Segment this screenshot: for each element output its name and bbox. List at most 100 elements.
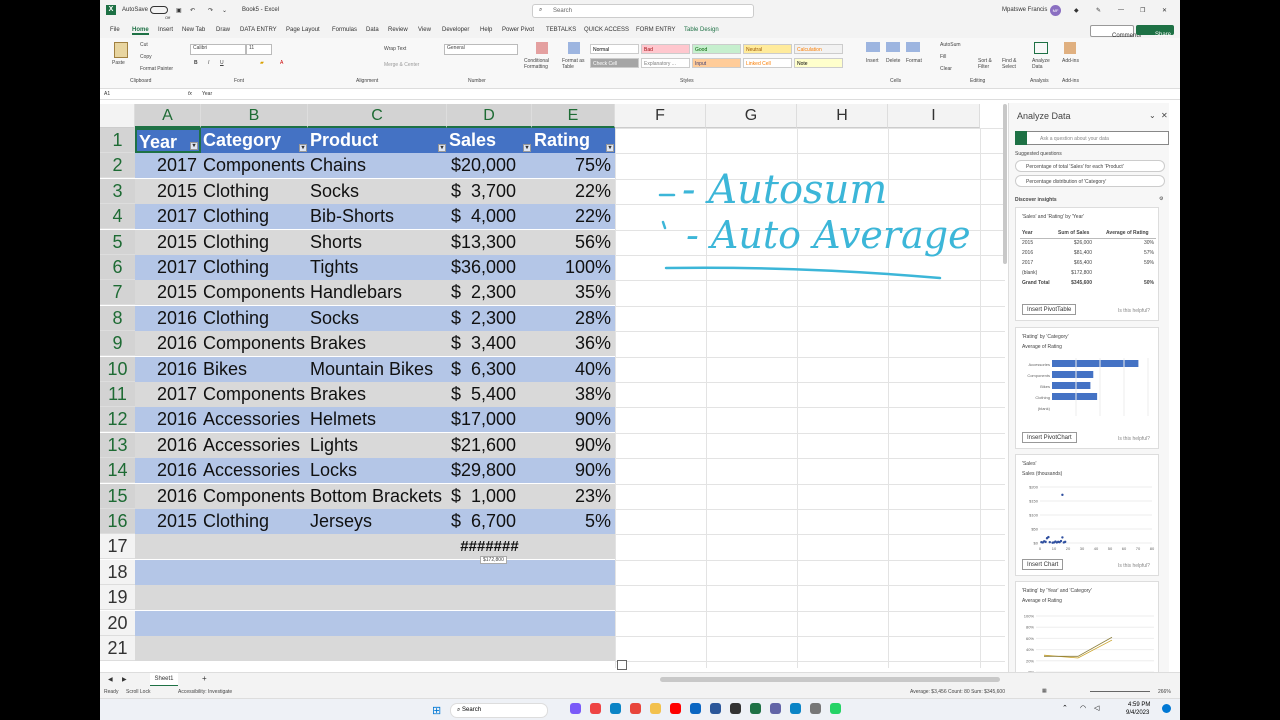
row-header[interactable]: 7 — [100, 280, 135, 306]
tab-new-tab[interactable]: New Tab — [182, 27, 205, 33]
avatar[interactable]: MF — [1050, 5, 1061, 16]
table-cell[interactable]: Brakes — [308, 382, 447, 407]
table-cell[interactable]: 23% — [532, 483, 615, 509]
tab-file[interactable]: File — [110, 27, 120, 33]
restore-icon[interactable]: ❐ — [1140, 7, 1145, 14]
filter-dropdown-icon[interactable]: ▾ — [438, 144, 446, 152]
table-header-year[interactable]: Year ▾ — [135, 128, 201, 153]
pane-scrollbar[interactable] — [1003, 104, 1007, 264]
pen-icon[interactable]: ✎ — [1096, 7, 1101, 14]
row-header[interactable]: 9 — [100, 331, 135, 357]
diamond-icon[interactable]: ◆ — [1074, 7, 1079, 14]
table-cell[interactable]: $ 2,300 — [447, 305, 532, 331]
style-bad[interactable]: Bad — [641, 44, 690, 54]
column-header-b[interactable]: B — [201, 104, 308, 128]
style-neutral[interactable]: Neutral — [743, 44, 792, 54]
table-cell[interactable] — [532, 610, 615, 636]
settings-icon[interactable]: ⚙ — [1159, 196, 1163, 202]
sort-filter-button[interactable]: Sort & Filter — [978, 58, 998, 70]
tab-home[interactable]: Home — [132, 27, 149, 35]
table-cell[interactable]: Bikes — [201, 356, 308, 382]
normal-view-icon[interactable]: ▦ — [1042, 688, 1047, 694]
pane-close-icon[interactable]: ✕ — [1161, 111, 1168, 120]
clock-time[interactable]: 4:59 PM — [1128, 702, 1150, 708]
tab-data[interactable]: Data — [366, 27, 379, 33]
table-cell[interactable]: Tights — [308, 255, 447, 280]
add-sheet-button[interactable]: + — [202, 674, 207, 683]
tab-power-pivot[interactable]: Power Pivot — [502, 27, 534, 33]
table-header-rating[interactable]: Rating ▾ — [532, 128, 615, 153]
terminal-icon[interactable] — [730, 703, 741, 714]
table-cell[interactable]: Accessories — [201, 458, 308, 484]
horizontal-scrollbar[interactable] — [660, 677, 1000, 682]
table-cell[interactable]: Clothing — [201, 229, 308, 255]
table-cell[interactable]: $ 6,700 — [447, 509, 532, 534]
table-header-product[interactable]: Product ▾ — [308, 128, 447, 153]
table-header-sales[interactable]: Sales ▾ — [447, 128, 532, 153]
table-cell[interactable]: 36% — [532, 331, 615, 357]
settings-icon[interactable] — [810, 703, 821, 714]
tab-data-entry[interactable]: DATA ENTRY — [240, 27, 277, 33]
table-cell[interactable]: $29,800 — [447, 458, 532, 484]
cut-button[interactable]: Cut — [140, 42, 148, 48]
table-cell[interactable] — [135, 534, 201, 560]
font-size-select[interactable]: 11 — [246, 44, 272, 55]
tab-insert[interactable]: Insert — [158, 27, 173, 33]
column-header-e[interactable]: E — [532, 104, 615, 128]
close-icon[interactable]: ✕ — [1162, 7, 1167, 14]
table-cell[interactable] — [447, 636, 532, 661]
table-cell[interactable]: 2016 — [135, 432, 201, 458]
table-cell[interactable] — [532, 534, 615, 560]
row-header[interactable]: 14 — [100, 458, 135, 484]
name-box[interactable]: A1 — [104, 91, 110, 97]
mail-icon[interactable] — [690, 703, 701, 714]
table-cell[interactable]: 2015 — [135, 229, 201, 255]
table-cell[interactable]: Chains — [308, 153, 447, 179]
column-header-i[interactable]: I — [888, 104, 980, 128]
table-cell[interactable]: 2017 — [135, 153, 201, 179]
row-header[interactable]: 13 — [100, 432, 135, 458]
fx-icon[interactable]: fx — [188, 91, 192, 97]
row-header[interactable]: 20 — [100, 610, 135, 636]
share-button[interactable]: Share — [1136, 25, 1174, 38]
table-cell[interactable]: $ 4,000 — [447, 204, 532, 230]
quick-access-icon[interactable]: ⌄ — [222, 7, 227, 14]
table-cell[interactable] — [201, 559, 308, 585]
table-cell[interactable]: Clothing — [201, 255, 308, 280]
addins-button[interactable]: Add-ins — [1062, 58, 1079, 64]
table-resize-handle[interactable] — [617, 660, 627, 670]
row-header[interactable]: 12 — [100, 407, 135, 433]
delete-cells-icon[interactable] — [886, 42, 900, 52]
table-header-category[interactable]: Category ▾ — [201, 128, 308, 153]
table-cell[interactable] — [532, 585, 615, 611]
tab-table-design[interactable]: Table Design — [684, 27, 719, 33]
table-cell[interactable]: $ 6,300 — [447, 356, 532, 382]
style-calculation[interactable]: Calculation — [794, 44, 843, 54]
table-cell[interactable]: 2015 — [135, 509, 201, 534]
number-format-select[interactable]: General — [444, 44, 518, 55]
row-header[interactable]: 17 — [100, 534, 135, 560]
column-header-d[interactable]: D — [447, 104, 532, 128]
windows-start-icon[interactable]: ⊞ — [432, 704, 441, 717]
insert-cells-button[interactable]: Insert — [866, 58, 879, 64]
table-cell[interactable]: Components — [201, 280, 308, 306]
delete-cells-button[interactable]: Delete — [886, 58, 900, 64]
next-sheet-icon[interactable]: ▶ — [122, 676, 127, 683]
table-cell[interactable] — [447, 585, 532, 611]
table-cell[interactable]: Handlebars — [308, 280, 447, 306]
table-cell[interactable]: Brakes — [308, 331, 447, 357]
copy-button[interactable]: Copy — [140, 54, 152, 60]
cell-styles-gallery[interactable]: Normal Bad Good Neutral Calculation Check Cel… — [590, 44, 846, 70]
conditional-formatting-button[interactable]: Conditional Formatting — [524, 58, 560, 70]
helpful-link[interactable]: Is this helpful? — [1118, 563, 1150, 569]
table-cell[interactable]: 38% — [532, 382, 615, 407]
table-cell[interactable]: 2016 — [135, 483, 201, 509]
table-cell[interactable] — [308, 636, 447, 661]
table-cell[interactable]: 2015 — [135, 178, 201, 204]
status-accessibility[interactable]: Accessibility: Investigate — [178, 689, 232, 695]
table-cell[interactable]: $17,000 — [447, 407, 532, 433]
column-header-g[interactable]: G — [706, 104, 797, 128]
table-cell[interactable]: 100% — [532, 255, 615, 280]
style-note[interactable]: Note — [794, 58, 843, 68]
zoom-slider[interactable] — [1090, 691, 1150, 692]
